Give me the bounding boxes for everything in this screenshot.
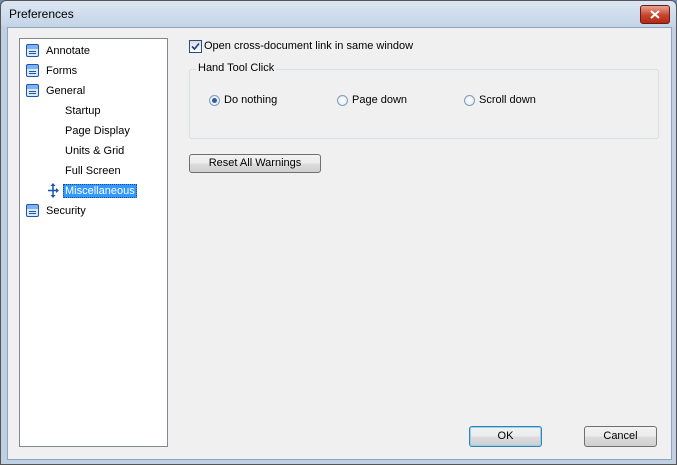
close-button[interactable]: [640, 5, 670, 24]
move-arrows-icon: [48, 183, 59, 198]
title-bar[interactable]: Preferences: [1, 1, 676, 27]
tree-item-annotate[interactable]: Annotate: [26, 42, 92, 60]
tree-item-page-display[interactable]: Page Display: [63, 122, 132, 140]
radio-label: Do nothing: [224, 94, 278, 106]
tree-item-security[interactable]: Security: [26, 202, 88, 220]
tree-item-startup[interactable]: Startup: [63, 102, 102, 120]
dialog-body: Annotate Forms General Startup Page Disp…: [7, 27, 672, 460]
page-icon: [26, 204, 39, 217]
open-link-label: Open cross-document link in same window: [204, 40, 414, 52]
checkmark-icon: [191, 42, 200, 51]
close-icon: [650, 10, 660, 19]
preferences-dialog: Preferences Annotate Forms General Start…: [0, 0, 677, 465]
tree-item-label: Full Screen: [65, 165, 121, 177]
open-link-checkbox[interactable]: [189, 40, 202, 53]
tree-item-units-grid[interactable]: Units & Grid: [63, 142, 126, 160]
tree-item-label: Units & Grid: [65, 145, 125, 157]
category-tree[interactable]: Annotate Forms General Startup Page Disp…: [19, 38, 168, 447]
tree-item-miscellaneous[interactable]: Miscellaneous: [48, 182, 137, 200]
radio-button[interactable]: [464, 95, 475, 106]
tree-item-forms[interactable]: Forms: [26, 62, 79, 80]
tree-item-label: Miscellaneous: [63, 184, 137, 198]
radio-button[interactable]: [337, 95, 348, 106]
tree-item-label: Security: [46, 205, 86, 217]
reset-warnings-button[interactable]: Reset All Warnings: [189, 154, 321, 173]
tree-item-full-screen[interactable]: Full Screen: [63, 162, 123, 180]
page-icon: [26, 64, 39, 77]
page-icon: [26, 84, 39, 97]
window-title: Preferences: [9, 7, 74, 21]
tree-item-general[interactable]: General: [26, 82, 87, 100]
tree-item-label: Page Display: [65, 125, 130, 137]
ok-button[interactable]: OK: [469, 426, 542, 447]
tree-item-label: Forms: [46, 65, 78, 77]
cancel-button[interactable]: Cancel: [584, 426, 657, 447]
tree-item-label: General: [46, 85, 86, 97]
tree-item-label: Startup: [65, 105, 101, 117]
radio-button[interactable]: [209, 95, 220, 106]
hand-tool-group: Hand Tool Click Do nothing Page down Scr…: [189, 62, 659, 139]
tree-item-label: Annotate: [46, 45, 91, 57]
radio-label: Scroll down: [479, 94, 536, 106]
hand-tool-group-title: Hand Tool Click: [196, 62, 277, 74]
radio-label: Page down: [352, 94, 408, 106]
page-icon: [26, 44, 39, 57]
